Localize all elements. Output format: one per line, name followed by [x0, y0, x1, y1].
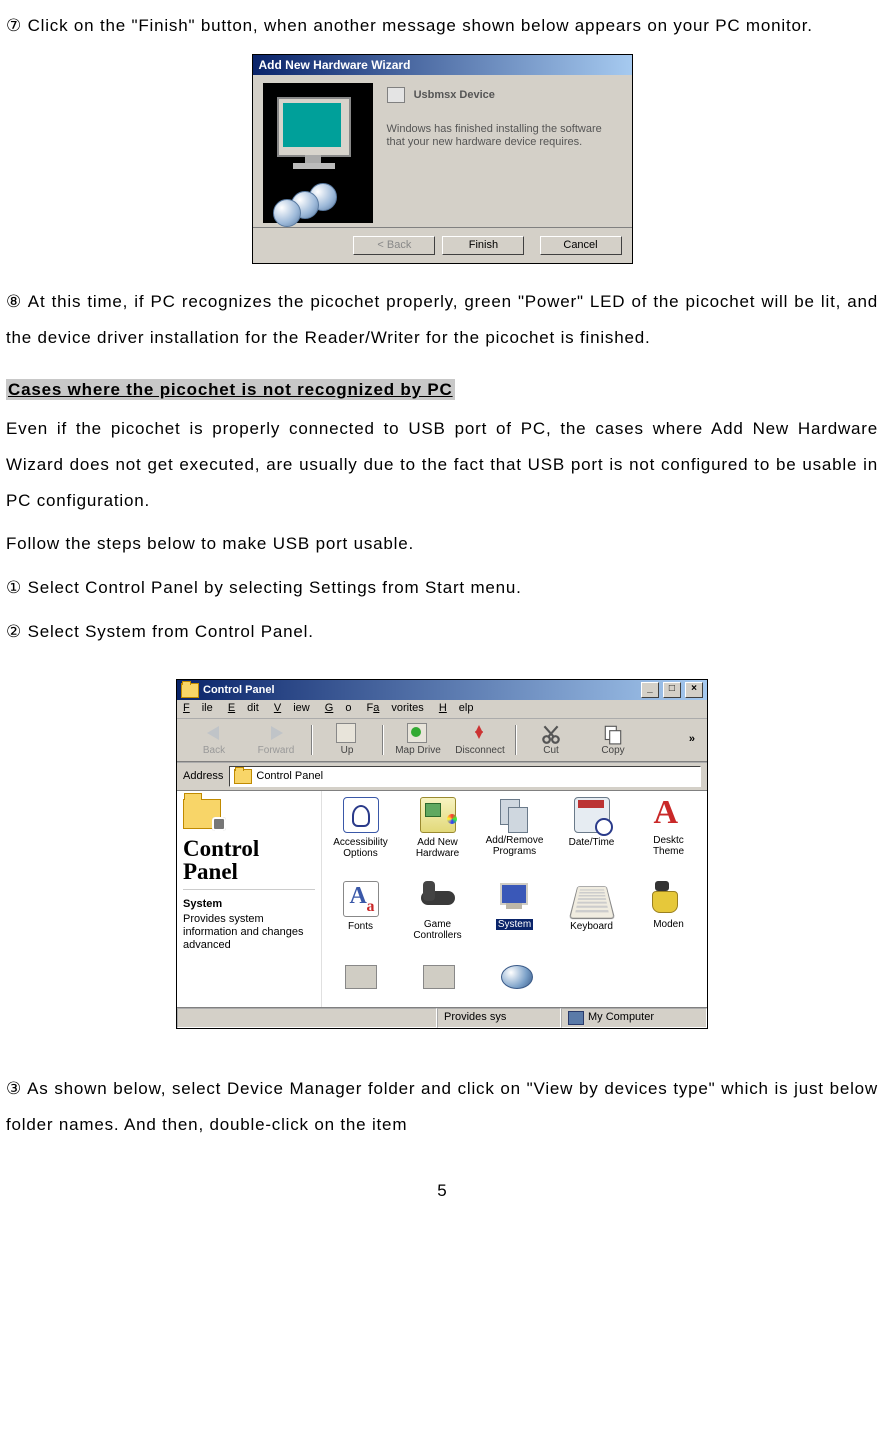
status-cell-2: Provides sys — [437, 1008, 561, 1028]
item-accessibility-options[interactable]: AccessibilityOptions — [322, 797, 399, 881]
game-controllers-icon — [421, 881, 455, 915]
section-paragraph-2: Follow the steps below to make USB port … — [6, 526, 878, 562]
folder-large-icon — [183, 799, 221, 829]
status-cell-3: My Computer — [561, 1008, 707, 1028]
accessibility-icon — [343, 797, 379, 833]
cp-titlebar: Control Panel _ □ × — [177, 680, 707, 700]
instruction-step-7: ⑦ Click on the "Finish" button, when ano… — [6, 8, 878, 44]
wizard-device-line: Usbmsx Device — [387, 87, 618, 103]
toolbar-overflow[interactable]: » — [683, 733, 701, 746]
folder-up-icon — [336, 723, 356, 743]
menu-edit[interactable]: Edit — [228, 702, 259, 714]
item-system[interactable]: System — [476, 881, 553, 965]
status-cell-1 — [177, 1008, 437, 1028]
system-icon — [498, 881, 532, 915]
forward-button-toolbar: Forward — [245, 723, 307, 757]
disconnect-icon — [469, 723, 487, 741]
partial-icon — [345, 965, 377, 989]
cut-button[interactable]: Cut — [520, 723, 582, 757]
wizard-titlebar: Add New Hardware Wizard — [253, 55, 632, 75]
scissors-icon — [540, 723, 562, 743]
back-button: < Back — [353, 236, 435, 255]
item-partial-1[interactable] — [322, 965, 400, 999]
icon-pane: AccessibilityOptions Add NewHardware Add… — [322, 791, 707, 1007]
wizard-message: Windows has finished installing the soft… — [387, 123, 618, 149]
status-bar: Provides sys My Computer — [177, 1007, 707, 1028]
page-number: 5 — [6, 1173, 878, 1209]
info-pane-description: Provides system information and changes … — [183, 913, 315, 953]
item-keyboard[interactable]: Keyboard — [553, 881, 630, 965]
add-remove-icon — [498, 797, 532, 831]
device-icon — [387, 87, 405, 103]
back-button-toolbar: Back — [183, 723, 245, 757]
map-drive-icon — [407, 723, 427, 743]
cancel-button[interactable]: Cancel — [540, 236, 622, 255]
info-pane: Control Panel System Provides system inf… — [177, 791, 322, 1007]
address-field[interactable]: Control Panel — [229, 766, 701, 787]
info-pane-title: Control Panel — [183, 837, 315, 883]
wizard-window: Add New Hardware Wizard Usbmsx Device Wi… — [252, 54, 633, 265]
desktop-themes-icon — [652, 797, 686, 831]
control-panel-window: Control Panel _ □ × File Edit View Go Fa… — [176, 679, 708, 1028]
copy-button[interactable]: Copy — [582, 723, 644, 757]
item-partial-2[interactable] — [400, 965, 478, 999]
folder-icon — [234, 769, 252, 784]
minimize-button[interactable]: _ — [641, 682, 659, 698]
menu-go[interactable]: Go — [325, 702, 352, 714]
add-hardware-icon — [420, 797, 456, 833]
item-game-controllers[interactable]: GameControllers — [399, 881, 476, 965]
maximize-button[interactable]: □ — [663, 682, 681, 698]
wizard-button-bar: < Back Finish Cancel — [253, 227, 632, 263]
copy-icon — [602, 723, 624, 743]
address-bar: Address Control Panel — [177, 762, 707, 790]
section-heading: Cases where the picochet is not recogniz… — [6, 379, 455, 400]
figure-control-panel: Control Panel _ □ × File Edit View Go Fa… — [6, 679, 878, 1041]
modem-icon — [652, 881, 686, 915]
map-drive-button[interactable]: Map Drive — [387, 723, 449, 757]
disconnect-button[interactable]: Disconnect — [449, 723, 511, 757]
instruction-step-8: ⑧ At this time, if PC recognizes the pic… — [6, 284, 878, 355]
my-computer-icon — [568, 1011, 584, 1025]
address-label: Address — [183, 770, 223, 783]
wizard-hero-graphic — [263, 83, 373, 223]
item-desktop-themes[interactable]: DesktcTheme — [630, 797, 707, 881]
item-modem[interactable]: Moden — [630, 881, 707, 965]
address-value: Control Panel — [256, 770, 323, 783]
substep-3: ③ As shown below, select Device Manager … — [6, 1071, 878, 1142]
item-add-remove-programs[interactable]: Add/RemovePrograms — [476, 797, 553, 881]
menu-view[interactable]: View — [274, 702, 310, 714]
item-fonts[interactable]: Fonts — [322, 881, 399, 965]
finish-button[interactable]: Finish — [442, 236, 524, 255]
item-add-new-hardware[interactable]: Add NewHardware — [399, 797, 476, 881]
arrow-right-icon — [271, 726, 283, 740]
folder-icon — [181, 683, 199, 698]
figure-wizard: Add New Hardware Wizard Usbmsx Device Wi… — [6, 54, 878, 265]
substep-2: ② Select System from Control Panel. — [6, 614, 878, 650]
toolbar: Back Forward Up Map Drive Disconnect — [177, 718, 707, 762]
item-partial-3[interactable] — [478, 965, 556, 999]
section-paragraph-1: Even if the picochet is properly connect… — [6, 411, 878, 518]
menu-file[interactable]: File — [183, 702, 213, 714]
up-button[interactable]: Up — [316, 723, 378, 757]
cp-title-text: Control Panel — [203, 684, 275, 697]
wizard-device-name: Usbmsx Device — [414, 89, 495, 101]
menu-favorites[interactable]: Favorites — [367, 702, 424, 714]
info-pane-subject: System — [183, 898, 315, 911]
close-button[interactable]: × — [685, 682, 703, 698]
keyboard-icon — [568, 886, 614, 919]
substep-1: ① Select Control Panel by selecting Sett… — [6, 570, 878, 606]
fonts-icon — [343, 881, 379, 917]
menu-help[interactable]: Help — [439, 702, 474, 714]
date-time-icon — [574, 797, 610, 833]
item-date-time[interactable]: Date/Time — [553, 797, 630, 881]
menu-bar: File Edit View Go Favorites Help — [177, 700, 707, 717]
partial-icon — [423, 965, 455, 989]
arrow-left-icon — [207, 726, 219, 740]
partial-icon — [501, 965, 533, 989]
